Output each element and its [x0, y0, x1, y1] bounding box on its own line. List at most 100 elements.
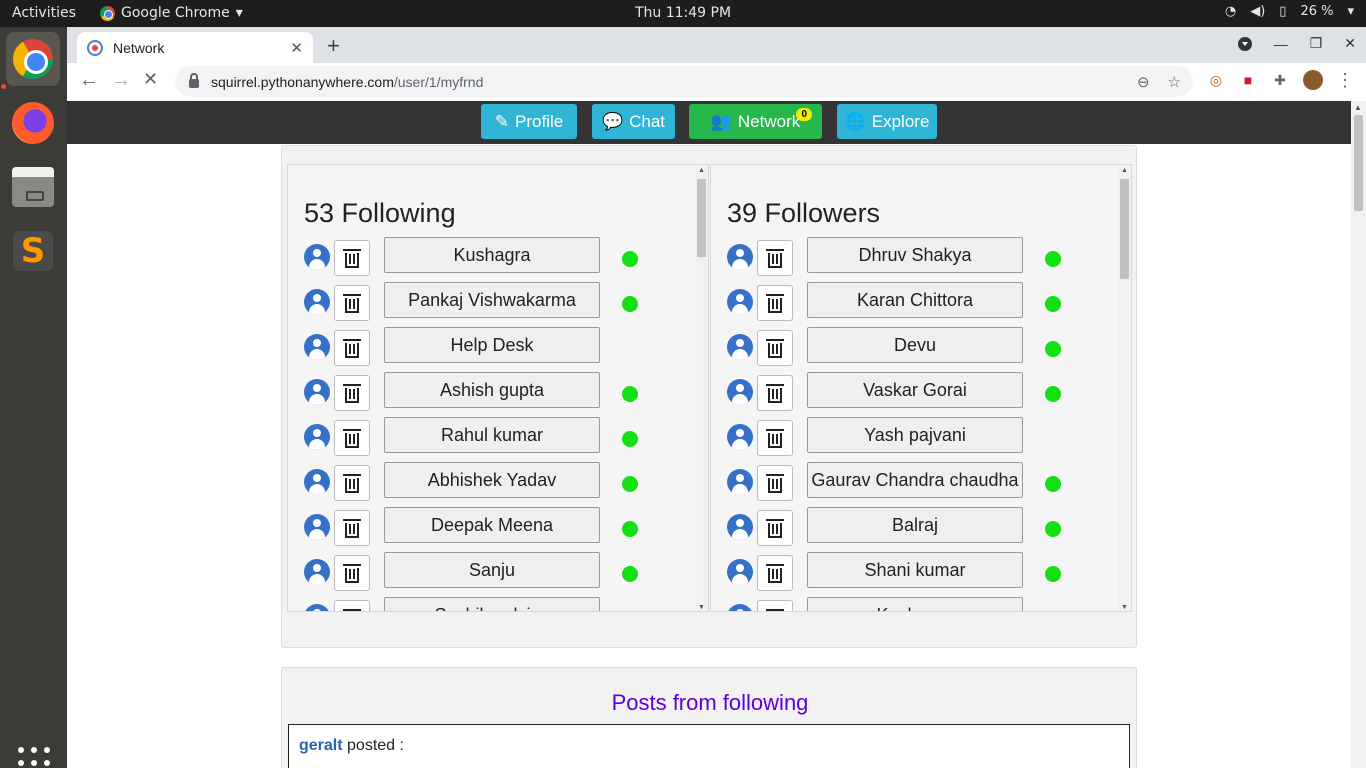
close-window-button[interactable]: ✕	[1344, 35, 1356, 52]
delete-button[interactable]	[757, 330, 793, 366]
activities-button[interactable]: Activities	[12, 5, 76, 21]
user-name-button[interactable]: Sushil malviya	[384, 597, 600, 611]
user-name-button[interactable]: Karan Chittora	[807, 282, 1023, 318]
user-circle-icon[interactable]	[727, 244, 753, 270]
delete-button[interactable]	[757, 600, 793, 611]
chat-button[interactable]: 💬 Chat	[592, 104, 675, 139]
extension-glasses-icon[interactable]: ◎	[1206, 70, 1226, 90]
restore-button[interactable]: ❐	[1310, 35, 1323, 52]
delete-button[interactable]	[757, 555, 793, 591]
delete-button[interactable]	[757, 285, 793, 321]
forward-button[interactable]: →	[111, 69, 131, 92]
delete-button[interactable]	[757, 510, 793, 546]
user-name-button[interactable]: Pankaj Vishwakarma	[384, 282, 600, 318]
show-applications-icon[interactable]	[18, 747, 50, 768]
delete-button[interactable]	[334, 240, 370, 276]
delete-button[interactable]	[757, 420, 793, 456]
user-circle-icon[interactable]	[304, 604, 330, 611]
user-name-button[interactable]: Rahul kumar	[384, 417, 600, 453]
post-author-link[interactable]: geralt	[299, 737, 343, 754]
page-scroll-thumb[interactable]	[1354, 115, 1363, 211]
user-circle-icon[interactable]	[727, 469, 753, 495]
user-name-button[interactable]: Kushagra	[384, 237, 600, 273]
user-circle-icon[interactable]	[304, 559, 330, 585]
delete-button[interactable]	[334, 555, 370, 591]
app-menu[interactable]: Google Chrome ▾	[100, 5, 243, 21]
extension-record-icon[interactable]: ■	[1238, 70, 1258, 90]
user-name-button[interactable]: Deepak Meena	[384, 507, 600, 543]
dock-firefox[interactable]	[6, 96, 60, 150]
page-scrollbar[interactable]: ▲	[1351, 101, 1366, 768]
user-circle-icon[interactable]	[727, 289, 753, 315]
user-circle-icon[interactable]	[727, 334, 753, 360]
followers-scrollbar[interactable]: ▲ ▼	[1118, 165, 1131, 611]
stop-loading-button[interactable]: ✕	[143, 69, 158, 90]
scroll-up-icon[interactable]: ▲	[698, 167, 705, 174]
user-name-button[interactable]: Kushagra	[807, 597, 1023, 611]
scroll-down-icon[interactable]: ▼	[698, 604, 705, 611]
user-circle-icon[interactable]	[304, 514, 330, 540]
address-bar[interactable]: squirrel.pythonanywhere.com/user/1/myfrn…	[175, 66, 1193, 97]
extensions-puzzle-icon[interactable]: ✚	[1270, 70, 1290, 90]
close-tab-icon[interactable]: ✕	[290, 39, 303, 57]
user-circle-icon[interactable]	[304, 289, 330, 315]
bookmark-star-icon[interactable]: ☆	[1168, 73, 1181, 91]
user-name-button[interactable]: Yash pajvani	[807, 417, 1023, 453]
lock-icon[interactable]	[189, 73, 199, 88]
user-circle-icon[interactable]	[304, 244, 330, 270]
dock-files[interactable]	[6, 160, 60, 214]
user-name-button[interactable]: Abhishek Yadav	[384, 462, 600, 498]
scroll-up-icon[interactable]: ▲	[1121, 167, 1128, 174]
minimize-button[interactable]: —	[1274, 36, 1288, 52]
user-name-button[interactable]: Dhruv Shakya	[807, 237, 1023, 273]
user-name-button[interactable]: Devu	[807, 327, 1023, 363]
scroll-thumb[interactable]	[1120, 179, 1129, 279]
user-circle-icon[interactable]	[727, 379, 753, 405]
user-name-button[interactable]: Shani kumar	[807, 552, 1023, 588]
user-name-button[interactable]: Gaurav Chandra chaudha	[807, 462, 1023, 498]
explore-button[interactable]: 🌐 Explore	[837, 104, 937, 139]
delete-button[interactable]	[757, 465, 793, 501]
scroll-down-icon[interactable]: ▼	[1121, 604, 1128, 611]
user-circle-icon[interactable]	[727, 514, 753, 540]
followers-panel[interactable]: 39 Followers Dhruv Shakya Karan Chittora D…	[710, 164, 1132, 612]
user-name-button[interactable]: Vaskar Gorai	[807, 372, 1023, 408]
delete-button[interactable]	[334, 465, 370, 501]
following-panel[interactable]: 53 Following Kushagra Pankaj Vishwakarma H…	[287, 164, 709, 612]
user-name-button[interactable]: Sanju	[384, 552, 600, 588]
delete-button[interactable]	[334, 600, 370, 611]
zoom-icon[interactable]: ⊖	[1137, 73, 1150, 91]
delete-button[interactable]	[757, 240, 793, 276]
following-scrollbar[interactable]: ▲ ▼	[695, 165, 708, 611]
profile-button[interactable]: ✎ Profile	[481, 104, 577, 139]
delete-button[interactable]	[334, 285, 370, 321]
chrome-menu-icon[interactable]: ⋮	[1335, 70, 1355, 90]
new-tab-button[interactable]: +	[327, 33, 340, 59]
user-circle-icon[interactable]	[304, 334, 330, 360]
user-circle-icon[interactable]	[304, 424, 330, 450]
delete-button[interactable]	[334, 330, 370, 366]
tab-search-icon[interactable]	[1237, 36, 1252, 51]
profile-avatar[interactable]	[1303, 70, 1323, 90]
user-name-button[interactable]: Balraj	[807, 507, 1023, 543]
delete-button[interactable]	[334, 510, 370, 546]
user-circle-icon[interactable]	[727, 559, 753, 585]
user-circle-icon[interactable]	[727, 604, 753, 611]
scroll-up-icon[interactable]: ▲	[1354, 103, 1362, 112]
list-item: Kushagra	[304, 237, 684, 282]
dock-chrome[interactable]	[6, 32, 60, 86]
scroll-thumb[interactable]	[697, 179, 706, 257]
user-circle-icon[interactable]	[727, 424, 753, 450]
delete-button[interactable]	[757, 375, 793, 411]
tab-network[interactable]: Network ✕	[77, 32, 313, 63]
dock-sublime-text[interactable]	[6, 224, 60, 278]
network-button[interactable]: 👥 Network 0	[689, 104, 822, 139]
delete-button[interactable]	[334, 375, 370, 411]
delete-button[interactable]	[334, 420, 370, 456]
user-circle-icon[interactable]	[304, 469, 330, 495]
system-tray[interactable]: ◔ ◀) ▯ 26 % ▾	[1225, 4, 1354, 19]
user-name-button[interactable]: Ashish gupta	[384, 372, 600, 408]
user-circle-icon[interactable]	[304, 379, 330, 405]
back-button[interactable]: ←	[79, 69, 99, 92]
user-name-button[interactable]: Help Desk	[384, 327, 600, 363]
